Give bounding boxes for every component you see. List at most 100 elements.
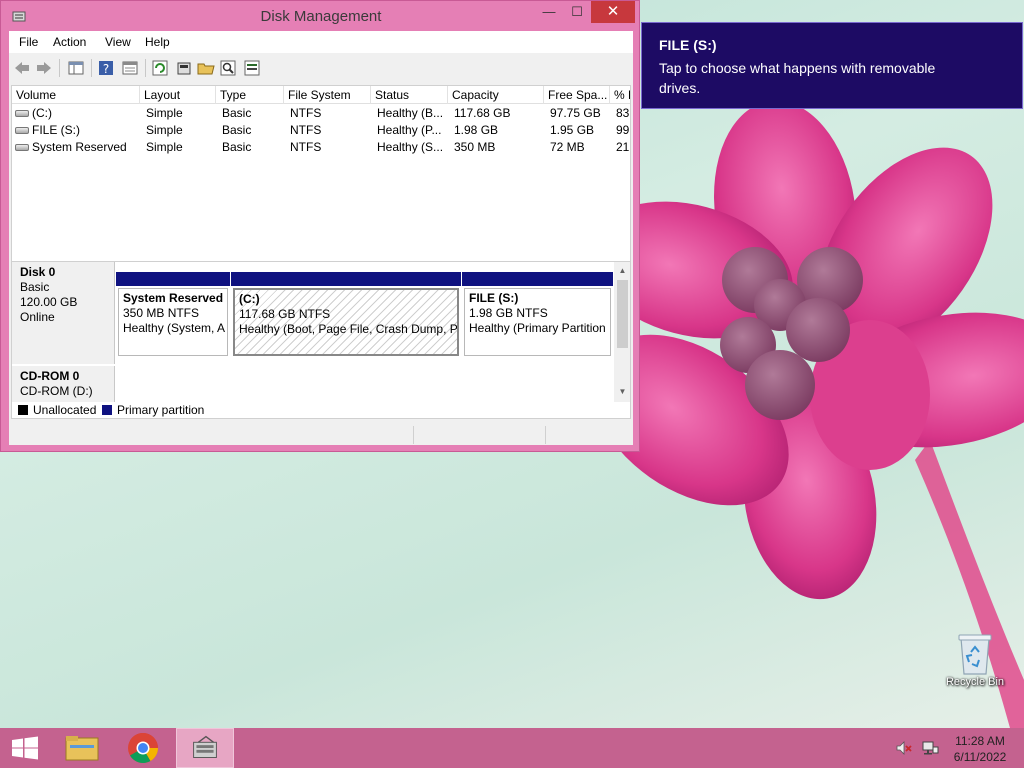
column-capacity[interactable]: Capacity: [448, 86, 544, 104]
cell-file-system: NTFS: [290, 106, 322, 120]
close-button[interactable]: ✕: [591, 1, 635, 23]
partition-status: Healthy (System, A: [123, 321, 226, 335]
column-type[interactable]: Type: [216, 86, 284, 104]
disk-0-type: Basic: [20, 280, 50, 294]
console-tree-icon[interactable]: [67, 59, 85, 77]
cell-volume: FILE (S:): [32, 123, 81, 137]
disk-0-label[interactable]: Disk 0 Basic 120.00 GB Online: [12, 262, 115, 364]
window-client-area: File Action View Help ? Volume Layout Ty…: [9, 31, 633, 445]
maximize-button[interactable]: ☐: [563, 1, 591, 23]
svg-text:?: ?: [103, 62, 109, 76]
column-volume[interactable]: Volume: [12, 86, 140, 104]
open-folder-icon[interactable]: [197, 59, 215, 77]
disk-0-size: 120.00 GB: [20, 295, 78, 309]
recycle-bin-label: Recycle Bin: [945, 676, 1005, 688]
volume-list: Volume Layout Type File System Status Ca…: [11, 85, 631, 285]
menu-bar: File Action View Help: [9, 31, 633, 53]
partition-c[interactable]: (C:) 117.68 GB NTFS Healthy (Boot, Page …: [231, 272, 461, 358]
volume-muted-icon[interactable]: [895, 740, 913, 756]
help-icon[interactable]: ?: [97, 59, 115, 77]
removable-drive-notification[interactable]: FILE (S:) Tap to choose what happens wit…: [641, 22, 1023, 109]
clock-date[interactable]: 6/11/2022: [944, 750, 1016, 764]
partition-system-reserved[interactable]: System Reserved 350 MB NTFS Healthy (Sys…: [116, 272, 230, 358]
disk-0-name: Disk 0: [20, 265, 56, 279]
disk-management-taskbar-icon[interactable]: [176, 728, 234, 768]
column-layout[interactable]: Layout: [140, 86, 216, 104]
cell-free-space: 72 MB: [550, 140, 585, 154]
cell-file-system: NTFS: [290, 123, 322, 137]
cell-type: Basic: [222, 123, 252, 137]
partition-file-s[interactable]: FILE (S:) 1.98 GB NTFS Healthy (Primary …: [462, 272, 613, 358]
cell-percent-free: 99: [616, 123, 630, 137]
primary-partition-swatch: [102, 405, 112, 415]
cdrom-0-label[interactable]: CD-ROM 0 CD-ROM (D:): [12, 366, 115, 402]
network-icon[interactable]: [921, 740, 939, 756]
cell-type: Basic: [222, 106, 252, 120]
chrome-icon[interactable]: [115, 728, 171, 768]
vertical-scroll-thumb[interactable]: [617, 280, 628, 348]
partition-name: (C:): [239, 292, 260, 306]
volume-list-header: Volume Layout Type File System Status Ca…: [12, 86, 630, 104]
menu-action[interactable]: Action: [53, 35, 86, 49]
cell-percent-free: 21: [616, 140, 630, 154]
legend-primary-partition: Primary partition: [117, 403, 205, 417]
partition-name: FILE (S:): [469, 291, 519, 305]
status-cell: [413, 426, 545, 444]
cell-free-space: 1.95 GB: [550, 123, 595, 137]
menu-view[interactable]: View: [105, 35, 131, 49]
start-windows-icon[interactable]: [0, 728, 56, 768]
column-status[interactable]: Status: [371, 86, 448, 104]
cell-layout: Simple: [146, 106, 183, 120]
forward-icon[interactable]: [35, 59, 53, 77]
column-free-space[interactable]: Free Spa...: [544, 86, 610, 104]
properties-icon[interactable]: [121, 59, 139, 77]
column-percent-free[interactable]: % F: [610, 86, 630, 104]
drive-icon: [15, 110, 29, 117]
cell-type: Basic: [222, 140, 252, 154]
unallocated-swatch: [18, 405, 28, 415]
menu-file[interactable]: File: [19, 35, 38, 49]
cell-layout: Simple: [146, 140, 183, 154]
partition-size: 117.68 GB NTFS: [239, 307, 331, 321]
cell-status: Healthy (S...: [377, 140, 444, 154]
legend-unallocated: Unallocated: [33, 403, 97, 417]
partition-status: Healthy (Primary Partition: [469, 321, 606, 335]
cell-capacity: 1.98 GB: [454, 123, 499, 137]
column-file-system[interactable]: File System: [284, 86, 371, 104]
cell-file-system: NTFS: [290, 140, 322, 154]
export-icon[interactable]: [243, 59, 261, 77]
disk-management-window[interactable]: Disk Management — ☐ ✕ File Action View H…: [0, 0, 640, 452]
partition-body: FILE (S:) 1.98 GB NTFS Healthy (Primary …: [464, 288, 611, 356]
menu-help[interactable]: Help: [145, 35, 170, 49]
cell-percent-free: 83: [616, 106, 630, 120]
recycle-bin-shortcut[interactable]: Recycle Bin: [938, 632, 1012, 688]
partition-name: System Reserved: [123, 291, 224, 305]
minimize-button[interactable]: —: [535, 1, 563, 23]
clock-time[interactable]: 11:28 AM: [944, 734, 1016, 748]
cdrom-0-drive: CD-ROM (D:): [20, 384, 93, 398]
table-row[interactable]: FILE (S:) Simple Basic NTFS Healthy (P..…: [12, 122, 630, 139]
partition-bar: [116, 272, 230, 286]
partition-body: (C:) 117.68 GB NTFS Healthy (Boot, Page …: [233, 288, 459, 356]
drive-icon: [15, 144, 29, 151]
table-row[interactable]: (C:) Simple Basic NTFS Healthy (B... 117…: [12, 105, 630, 122]
recycle-bin-icon: [958, 634, 992, 675]
search-icon[interactable]: [219, 59, 237, 77]
scroll-up-icon[interactable]: ▲: [614, 262, 630, 279]
vertical-scrollbar[interactable]: ▲ ▼: [614, 262, 630, 402]
scroll-down-icon[interactable]: ▼: [614, 383, 630, 400]
file-explorer-icon[interactable]: [54, 728, 110, 768]
cell-volume: System Reserved: [32, 140, 127, 154]
notification-message: Tap to choose what happens with removabl…: [659, 60, 936, 96]
partition-body: System Reserved 350 MB NTFS Healthy (Sys…: [118, 288, 228, 356]
back-icon[interactable]: [13, 59, 31, 77]
partition-size: 1.98 GB NTFS: [469, 306, 548, 320]
refresh-icon[interactable]: [151, 59, 169, 77]
title-bar[interactable]: Disk Management — ☐ ✕: [1, 1, 639, 31]
cell-capacity: 350 MB: [454, 140, 496, 154]
cell-capacity: 117.68 GB: [454, 106, 511, 120]
cell-layout: Simple: [146, 123, 183, 137]
settings-icon[interactable]: [175, 59, 193, 77]
table-row[interactable]: System Reserved Simple Basic NTFS Health…: [12, 139, 630, 156]
partition-legend: Unallocated Primary partition: [11, 402, 631, 419]
